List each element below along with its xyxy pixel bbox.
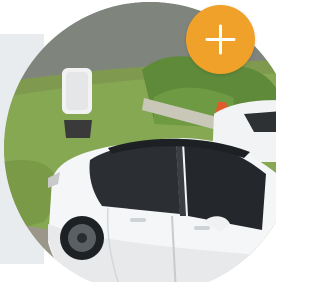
photo-card: [0, 0, 276, 282]
add-button[interactable]: [186, 5, 255, 74]
plus-icon: [205, 24, 236, 55]
